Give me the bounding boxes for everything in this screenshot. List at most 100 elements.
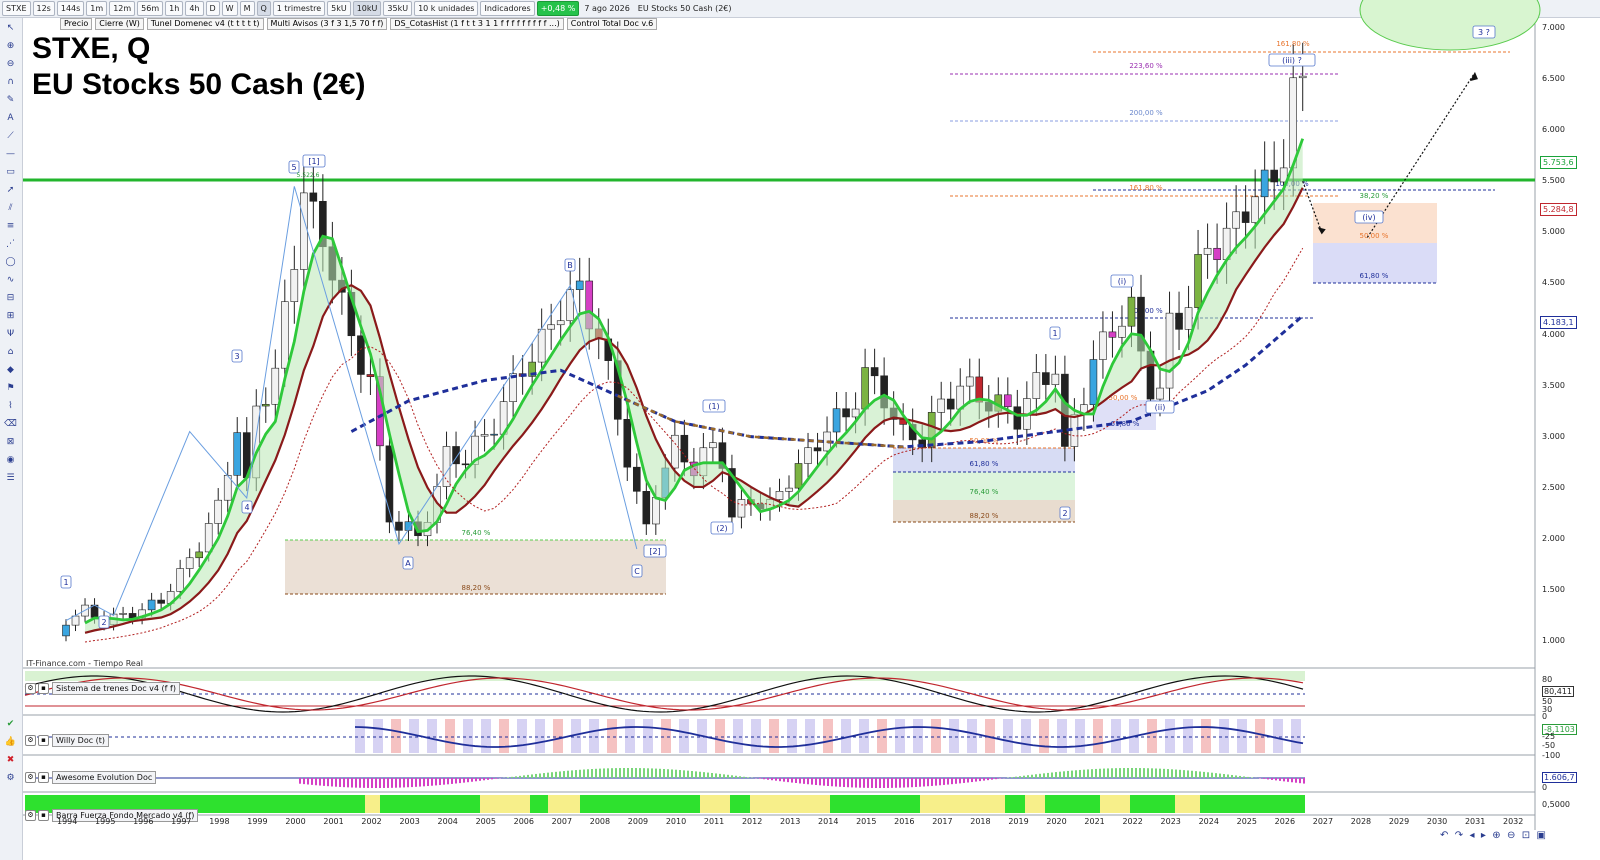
fib-label: 50,00 %	[1109, 394, 1138, 402]
legend-tab-control[interactable]: Control Total Doc v.6	[566, 18, 658, 30]
candle-body	[204, 523, 213, 553]
check-icon[interactable]: ✔	[4, 718, 17, 731]
candle-body	[100, 617, 108, 625]
indicator-close-icon[interactable]: ▪	[38, 810, 49, 821]
indicators-button[interactable]: Indicadores	[480, 1, 535, 16]
ruler-icon[interactable]: ⊟	[4, 292, 17, 305]
zoom-out-axis-icon[interactable]: ⊖	[1507, 830, 1515, 841]
indicator-close-icon[interactable]: ▪	[38, 683, 49, 694]
indicator-name[interactable]: Awesome Evolution Doc	[52, 771, 157, 784]
indicator-name[interactable]: Sistema de trenes Doc v4 (f f)	[52, 682, 180, 695]
legend-tab-cotas[interactable]: DS_CotasHist (1 f t t 3 1 1 f f f f f f …	[390, 18, 564, 30]
indicator-settings-icon[interactable]: ⚙	[25, 772, 36, 783]
tf-q[interactable]: Q	[256, 1, 271, 16]
tf-d[interactable]: D	[205, 1, 220, 16]
magnet-icon[interactable]: ∩	[4, 76, 17, 89]
time-axis-label: 2019	[1008, 817, 1029, 826]
arrow-icon[interactable]: ➚	[4, 184, 17, 197]
wave-icon[interactable]: ∿	[4, 274, 17, 287]
candle-body	[604, 338, 613, 361]
candle-body	[756, 503, 765, 510]
indicator-close-icon[interactable]: ▪	[38, 772, 49, 783]
fib-label: 223,60 %	[1129, 62, 1163, 70]
fibonacci-icon[interactable]: ≡	[4, 220, 17, 233]
ema-slow-line	[84, 187, 1304, 634]
indicator-close-icon[interactable]: ▪	[38, 735, 49, 746]
tf-56m[interactable]: 56m	[137, 1, 164, 16]
tf-144s[interactable]: 144s	[56, 1, 85, 16]
indicator-settings-icon[interactable]: ⚙	[25, 683, 36, 694]
flag-icon[interactable]: ⚑	[4, 382, 17, 395]
label-icon[interactable]: ⌂	[4, 346, 17, 359]
tf-1m[interactable]: 1m	[86, 1, 108, 16]
legend-tab-multi-avisos[interactable]: Multi Avisos (3 f 3 1,5 70 f f)	[266, 18, 388, 30]
tf-w[interactable]: W	[221, 1, 238, 16]
fan-icon[interactable]: ⋰	[4, 238, 17, 251]
bar-10ku[interactable]: 10kU	[352, 1, 382, 16]
cursor-icon[interactable]: ↖	[4, 22, 17, 35]
marker-icon[interactable]: ◆	[4, 364, 17, 377]
symbol-select[interactable]: STXE	[2, 1, 31, 16]
thumbs-up-icon[interactable]: 👍	[4, 736, 17, 749]
willy-bar	[517, 719, 527, 753]
fib-zone-2016-blue	[893, 448, 1075, 472]
willy-bar	[1021, 719, 1031, 753]
hline-icon[interactable]: —	[4, 148, 17, 161]
wave-label: 1	[63, 578, 68, 587]
trendline-icon[interactable]: ⟋	[4, 130, 17, 143]
candle-body	[842, 408, 850, 418]
candle-body	[547, 324, 555, 330]
eraser-icon[interactable]: ⌫	[4, 418, 17, 431]
period-select[interactable]: 1 trimestre	[272, 1, 326, 16]
candle-body	[166, 591, 175, 604]
units-select[interactable]: 10 k unidades	[414, 1, 479, 16]
channel-icon[interactable]: ⫽	[4, 202, 17, 215]
brush-icon[interactable]: ⌇	[4, 400, 17, 413]
price-chart[interactable]: 161,80 %223,60 %200,00 %161,80 % 100,00 %…	[0, 0, 1600, 860]
cam-icon[interactable]: ▣	[1537, 830, 1546, 841]
time-axis-label: 2007	[551, 817, 573, 826]
zoom-out-icon[interactable]: ⊖	[4, 58, 17, 71]
text-icon[interactable]: A	[4, 112, 17, 125]
scroll-left-icon[interactable]: ◂	[1470, 830, 1475, 841]
price-axis-label: 4.500	[1542, 278, 1565, 288]
indicator-settings-icon[interactable]: ⚙	[25, 735, 36, 746]
time-axis-label: 2018	[970, 817, 991, 826]
zoom-icon[interactable]: ⊕	[4, 40, 17, 53]
eye-icon[interactable]: ◉	[4, 454, 17, 467]
candle-body	[1251, 196, 1259, 223]
candle-body	[737, 499, 746, 518]
fit-icon[interactable]: ⊡	[1522, 830, 1530, 841]
pencil-icon[interactable]: ✎	[4, 94, 17, 107]
undo-icon[interactable]: ↶	[1440, 830, 1448, 841]
indicator-settings-icon[interactable]: ⚙	[25, 810, 36, 821]
layers-icon[interactable]: ☰	[4, 472, 17, 485]
bar-35ku[interactable]: 35kU	[383, 1, 413, 16]
legend-tab-cierre[interactable]: Cierre (W)	[95, 18, 144, 30]
data-source: IT-Finance.com - Tiempo Real	[26, 659, 143, 668]
tunnel-fill	[85, 138, 1303, 633]
zoom-in-axis-icon[interactable]: ⊕	[1492, 830, 1500, 841]
wave-label-box	[1059, 506, 1071, 520]
pitchfork-icon[interactable]: Ψ	[4, 328, 17, 341]
delete-icon[interactable]: ✖	[4, 754, 17, 767]
ellipse-icon[interactable]: ◯	[4, 256, 17, 269]
tf-4h[interactable]: 4h	[185, 1, 204, 16]
settings-icon[interactable]: ⚙	[4, 772, 17, 785]
bar-5ku[interactable]: 5kU	[327, 1, 351, 16]
scroll-right-icon[interactable]: ▸	[1481, 830, 1486, 841]
tf-m[interactable]: M	[239, 1, 255, 16]
lock-icon[interactable]: ⊠	[4, 436, 17, 449]
tf-1h[interactable]: 1h	[165, 1, 184, 16]
willy-bar	[643, 719, 653, 753]
rectangle-icon[interactable]: ▭	[4, 166, 17, 179]
measure-icon[interactable]: ⊞	[4, 310, 17, 323]
tf-12s[interactable]: 12s	[32, 1, 55, 16]
redo-icon[interactable]: ↷	[1455, 830, 1463, 841]
wave-label-box	[702, 399, 726, 413]
indicator-name[interactable]: Willy Doc (t)	[52, 734, 110, 747]
legend-tab-tunel[interactable]: Tunel Domenec v4 (t t t t t)	[146, 18, 264, 30]
legend-tab-precio[interactable]: Precio	[60, 18, 93, 30]
candle-body	[290, 269, 299, 302]
tf-12m[interactable]: 12m	[109, 1, 136, 16]
